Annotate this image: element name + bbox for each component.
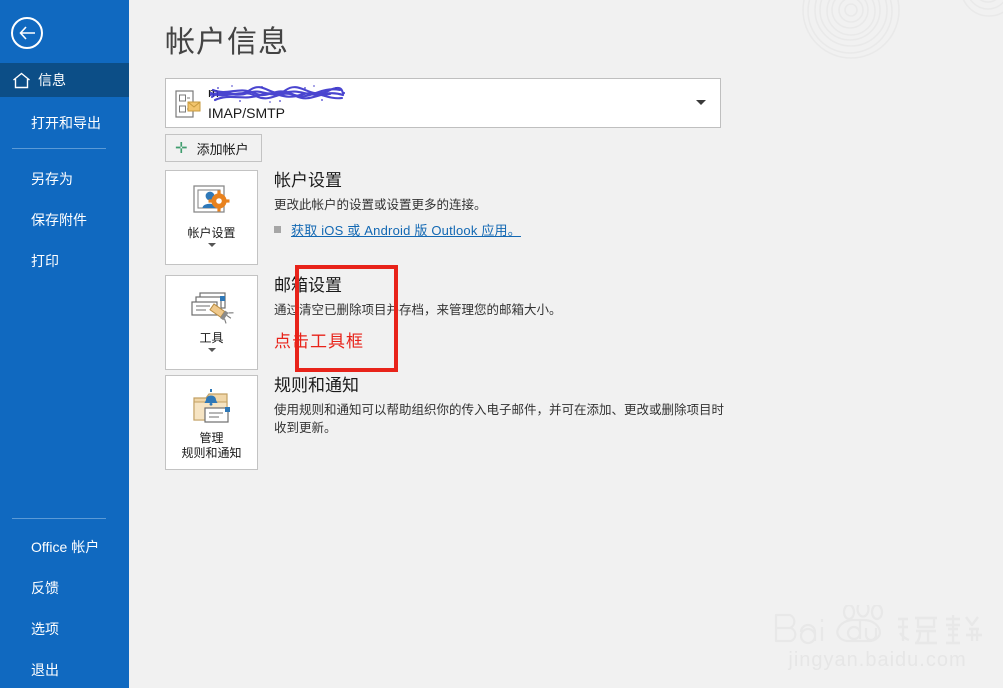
tile-label: 帐户设置: [187, 226, 236, 240]
section-description: 使用规则和通知可以帮助组织你的传入电子邮件，并可在添加、更改或删除项目时收到更新…: [274, 403, 725, 435]
sidebar-item-office-account[interactable]: Office 帐户: [0, 530, 129, 564]
chevron-down-icon[interactable]: [207, 243, 216, 247]
mail-account-icon: [175, 90, 201, 123]
account-name: m: [208, 85, 220, 100]
account-selector[interactable]: m IMAP/SMTP: [165, 78, 721, 128]
chevron-down-icon[interactable]: [696, 100, 706, 105]
account-protocol: IMAP/SMTP: [208, 105, 286, 121]
account-settings-icon: [190, 183, 234, 223]
sidebar-item-open-export[interactable]: 打开和导出: [0, 106, 129, 140]
sidebar-item-save-attachments[interactable]: 保存附件: [0, 203, 129, 237]
tools-tile[interactable]: 工具: [165, 275, 258, 370]
get-outlook-app-link[interactable]: 获取 iOS 或 Android 版 Outlook 应用。: [291, 220, 521, 239]
plus-icon: ✛: [175, 139, 188, 157]
redaction-scribble: [210, 85, 345, 103]
section-title: 规则和通知: [274, 376, 359, 395]
section-title: 帐户设置: [274, 171, 342, 190]
tile-label: 工具: [199, 331, 224, 345]
backstage-sidebar: 信息 打开和导出 另存为 保存附件 打印 Office 帐户 反馈 选项 退出: [0, 0, 129, 688]
sidebar-item-label: 退出: [31, 662, 59, 678]
rules-alerts-icon: [189, 388, 235, 428]
manage-rules-tile[interactable]: 管理 规则和通知: [165, 375, 258, 470]
chevron-down-icon[interactable]: [207, 348, 216, 352]
sidebar-item-exit[interactable]: 退出: [0, 653, 129, 687]
sidebar-item-label: 反馈: [31, 580, 59, 596]
account-settings-tile[interactable]: 帐户设置: [165, 170, 258, 265]
account-settings-body: 帐户设置 更改此帐户的设置或设置更多的连接。 获取 iOS 或 Android …: [274, 170, 729, 239]
account-info-pane: 帐户信息 m IMAP/SMTP ✛ 添加帐户 帐户设置 帐户设置 更改此帐户的…: [129, 0, 1003, 688]
sidebar-item-label: 选项: [31, 621, 59, 637]
sidebar-item-label: 保存附件: [31, 212, 87, 228]
section-description: 更改此帐户的设置或设置更多的连接。: [274, 198, 487, 212]
page-title: 帐户信息: [165, 26, 289, 59]
rules-alerts-body: 规则和通知 使用规则和通知可以帮助组织你的传入电子邮件，并可在添加、更改或删除项…: [274, 375, 729, 437]
sidebar-item-save-as[interactable]: 另存为: [0, 162, 129, 196]
sidebar-item-label: 打印: [31, 253, 59, 269]
annotation-text: 点击工具框: [274, 332, 364, 351]
mailbox-settings-body: 邮箱设置 通过清空已删除项目并存档，来管理您的邮箱大小。 点击工具框: [274, 275, 729, 352]
sidebar-divider-bottom: [12, 518, 106, 519]
home-icon: [12, 72, 31, 89]
sidebar-item-feedback[interactable]: 反馈: [0, 571, 129, 605]
sidebar-item-info[interactable]: 信息: [0, 63, 129, 97]
tile-label: 管理 规则和通知: [181, 431, 242, 460]
back-arrow-icon: [18, 26, 35, 40]
sidebar-divider-top: [12, 148, 106, 149]
bullet-icon: [274, 226, 281, 233]
add-account-label: 添加帐户: [196, 141, 249, 157]
sidebar-item-print[interactable]: 打印: [0, 244, 129, 278]
outlook-app-link-row: 获取 iOS 或 Android 版 Outlook 应用。: [274, 220, 729, 239]
sidebar-item-label: 打开和导出: [31, 115, 101, 131]
sidebar-item-label: 另存为: [31, 171, 73, 187]
cleanup-tools-icon: [189, 288, 235, 328]
sidebar-item-label: 信息: [38, 72, 66, 88]
add-account-button[interactable]: ✛ 添加帐户: [165, 134, 262, 162]
sidebar-item-label: Office 帐户: [31, 539, 100, 555]
section-description: 通过清空已删除项目并存档，来管理您的邮箱大小。: [274, 303, 562, 317]
back-button[interactable]: [11, 17, 43, 49]
section-title: 邮箱设置: [274, 276, 342, 295]
sidebar-item-options[interactable]: 选项: [0, 612, 129, 646]
